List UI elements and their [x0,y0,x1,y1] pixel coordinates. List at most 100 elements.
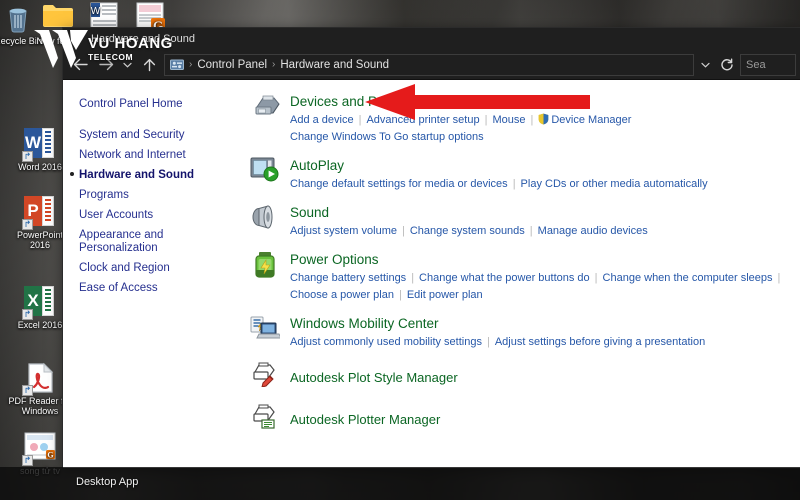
category-body: Devices and Printers Add a device | Advance… [290,92,631,145]
link-divider: | [484,114,488,126]
shortcut-arrow-icon: ↱ [22,455,33,466]
category-body: AutoPlay Change default settings for medi… [290,156,708,192]
link-row: Change battery settings | Change what the … [290,269,785,286]
address-bar[interactable]: › Control Panel › Hardware and Sound [164,53,694,76]
category-body: Power Options Change battery settings | Cha… [290,250,785,303]
link-edit-power-plan[interactable]: Edit power plan [407,289,483,301]
link-manage-audio-devices[interactable]: Manage audio devices [538,225,648,237]
category-title-windows-mobility-center[interactable]: Windows Mobility Center [290,316,439,332]
taskbar-app-label: Desktop App [76,476,139,488]
powerpoint-icon: P ↱ [22,196,56,230]
printer-icon [250,92,284,124]
category-title-devices-and-printers[interactable]: Devices and Printers [290,94,415,110]
taskbar: Desktop App [0,467,800,500]
link-change-what-the-power-buttons-do[interactable]: Change what the power buttons do [419,272,590,284]
link-divider: | [512,178,516,190]
category-title-sound[interactable]: Sound [290,205,329,221]
breadcrumb-item-control-panel[interactable]: Control Panel [194,59,270,71]
category-autodesk-plot-style-manager: Autodesk Plot Style Manager [250,361,800,393]
breadcrumb-separator: › [189,59,193,70]
navigation-toolbar: › Control Panel › Hardware and Sound Sea [63,50,800,80]
speaker-icon [250,203,284,235]
category-body: Autodesk Plotter Manager [290,410,440,429]
link-divider: | [401,225,405,237]
link-row: Adjust commonly used mobility settings | A… [290,333,705,350]
link-change-system-sounds[interactable]: Change system sounds [410,225,525,237]
image-thumb-icon: G ↱ [22,432,56,466]
category-title-autodesk-plotter-manager[interactable]: Autodesk Plotter Manager [290,412,440,428]
battery-icon [250,250,284,282]
sidebar-item-system-and-security[interactable]: System and Security [79,125,229,145]
category-title-autodesk-plot-style-manager[interactable]: Autodesk Plot Style Manager [290,370,458,386]
sidebar-item-hardware-and-sound[interactable]: Hardware and Sound [70,165,229,185]
category-title-power-options[interactable]: Power Options [290,252,379,268]
sidebar-item-user-accounts[interactable]: User Accounts [79,205,229,225]
category-body: Autodesk Plot Style Manager [290,368,458,387]
sidebar-item-programs[interactable]: Programs [79,185,229,205]
link-row: Add a device | Advanced printer setup | Mous… [290,111,631,128]
window-title: Hardware and Sound [91,33,195,45]
link-change-when-the-computer-sleeps[interactable]: Change when the computer sleeps [603,272,773,284]
search-input[interactable]: Sea [740,53,796,76]
sidebar-item-ease-of-access[interactable]: Ease of Access [79,278,229,298]
link-change-default-settings-for-media-or-devices[interactable]: Change default settings for media or dev… [290,178,508,190]
link-divider: | [529,225,533,237]
sidebar-item-clock-and-region[interactable]: Clock and Region [79,258,229,278]
window-titlebar: Hardware and Sound [63,28,800,50]
link-change-windows-to-go-startup-options[interactable]: Change Windows To Go startup options [290,131,484,143]
link-add-a-device[interactable]: Add a device [290,114,354,126]
category-title-autoplay[interactable]: AutoPlay [290,158,344,174]
link-mouse[interactable]: Mouse [492,114,525,126]
back-button[interactable] [67,52,93,78]
control-panel-window: Hardware and Sound › Control Panel › Har… [63,28,800,468]
refresh-icon[interactable] [714,52,740,78]
forward-button[interactable] [93,52,119,78]
link-device-manager[interactable]: Device Manager [551,114,631,126]
category-autoplay: AutoPlay Change default settings for medi… [250,156,800,192]
link-divider: | [486,336,490,348]
sidebar-item-appearance-and-personalization[interactable]: Appearance and Personalization [79,225,229,258]
control-panel-content: Devices and Printers Add a device | Advance… [238,80,800,468]
link-adjust-commonly-used-mobility-settings[interactable]: Adjust commonly used mobility settings [290,336,482,348]
control-panel-icon [169,58,185,72]
category-sound: Sound Adjust system volume | Change system … [250,203,800,239]
excel-icon: X ↱ [22,286,56,320]
link-change-battery-settings[interactable]: Change battery settings [290,272,406,284]
pdf-icon: ↱ [22,362,56,396]
svg-text:W: W [91,6,101,17]
word-icon: W ↱ [22,128,56,162]
shortcut-arrow-icon: ↱ [22,309,33,320]
link-row: Change default settings for media or dev… [290,175,708,192]
laptop-icon [250,314,284,346]
link-divider: | [358,114,362,126]
plotter-manager-icon [250,403,284,435]
category-devices-and-printers: Devices and Printers Add a device | Advance… [250,92,800,145]
category-windows-mobility-center: Windows Mobility Center Adjust commonly u… [250,314,800,350]
svg-text:G: G [47,451,53,460]
shortcut-arrow-icon: ↱ [22,151,33,162]
category-body: Sound Adjust system volume | Change system … [290,203,648,239]
link-choose-a-power-plan[interactable]: Choose a power plan [290,289,394,301]
sidebar-item-control-panel-home[interactable]: Control Panel Home [79,94,229,114]
sidebar-item-network-and-internet[interactable]: Network and Internet [79,145,229,165]
shield-icon [538,113,549,125]
shortcut-arrow-icon: ↱ [22,219,33,230]
breadcrumb-separator: › [272,59,276,70]
recent-locations-chevron-down-icon[interactable] [119,52,136,78]
category-autodesk-plotter-manager: Autodesk Plotter Manager [250,403,800,435]
autoplay-icon [250,156,284,188]
breadcrumb-item-hardware-and-sound[interactable]: Hardware and Sound [277,59,392,71]
link-row: Change Windows To Go startup options [290,128,631,145]
window-body: Control Panel Home System and Security Net… [63,80,800,468]
link-row: Adjust system volume | Change system sound… [290,222,648,239]
link-adjust-system-volume[interactable]: Adjust system volume [290,225,397,237]
link-advanced-printer-setup[interactable]: Advanced printer setup [366,114,479,126]
up-button[interactable] [136,52,162,78]
link-play-cds-or-other-media-automatically[interactable]: Play CDs or other media automatically [521,178,708,190]
link-adjust-settings-before-giving-a-presentation[interactable]: Adjust settings before giving a presenta… [495,336,705,348]
category-body: Windows Mobility Center Adjust commonly u… [290,314,705,350]
address-history-chevron-down-icon[interactable] [697,52,714,78]
link-divider: | [594,272,598,284]
link-divider: | [411,272,415,284]
control-panel-sidebar: Control Panel Home System and Security Net… [63,80,238,468]
